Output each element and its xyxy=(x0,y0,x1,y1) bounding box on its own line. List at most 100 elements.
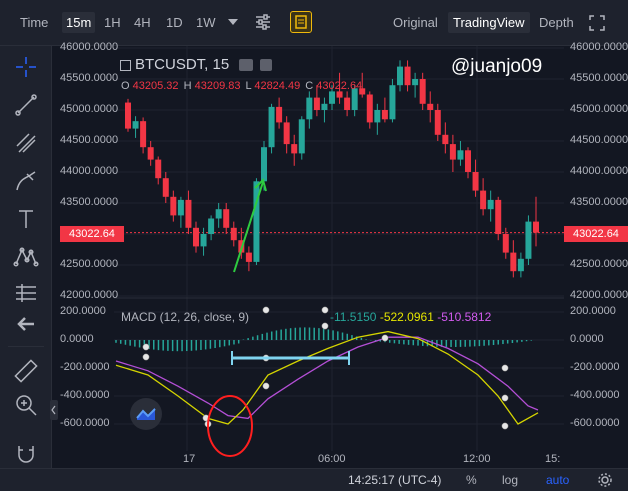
candle-body xyxy=(389,85,396,120)
annotation-dot xyxy=(142,343,150,351)
price-axis-tick: 42000.0000 xyxy=(60,289,119,301)
symbol-title: BTCUSDT, 15 xyxy=(120,56,272,73)
zoom-in-icon[interactable] xyxy=(11,390,41,420)
candle-body xyxy=(125,102,131,129)
candle-body xyxy=(268,106,275,148)
candle-body xyxy=(465,150,471,172)
time-label: 17 xyxy=(183,453,196,465)
macd-axis-tick: 0.0000 xyxy=(60,333,94,345)
ohlc-o-label: O xyxy=(121,80,130,92)
price-axis-tick: 45000.0000 xyxy=(60,103,119,115)
timeframe-time[interactable]: Time xyxy=(20,15,48,30)
candle-body xyxy=(510,252,517,272)
indicators-settings-icon[interactable] xyxy=(252,11,274,33)
sidebar-divider xyxy=(8,346,44,347)
candle-body xyxy=(162,178,169,197)
macd-signal-value: -510.5812 xyxy=(437,310,492,324)
candle-body xyxy=(155,159,162,179)
candle-body xyxy=(313,97,320,110)
watermark-handle: @juanjo09 xyxy=(451,56,543,77)
collapse-square-icon[interactable] xyxy=(120,59,131,71)
chevron-down-icon[interactable] xyxy=(228,19,238,25)
candle-body xyxy=(185,199,192,228)
macd-axis-tick: -200.0000 xyxy=(570,361,620,373)
time-label: 12:00 xyxy=(463,453,491,465)
text-tool-icon[interactable] xyxy=(11,204,41,234)
macd-axis-tick: -400.0000 xyxy=(570,389,620,401)
percent-toggle[interactable]: % xyxy=(466,473,477,487)
bottom-status-bar: 14:25:17 (UTC-4) % log auto xyxy=(0,468,628,491)
candle-body xyxy=(366,94,373,123)
candle-body xyxy=(306,97,313,120)
price-axis-tick: 42500.0000 xyxy=(570,258,628,270)
notes-icon[interactable] xyxy=(290,11,312,33)
ohlc-readout: O 43205.32 H 43209.83 L 42824.49 C 43022… xyxy=(121,80,362,92)
annotation-dot xyxy=(501,364,509,372)
arrow-left-icon[interactable] xyxy=(11,309,41,339)
timeframe-1w[interactable]: 1W xyxy=(196,15,216,30)
price-axis-tick: 42500.0000 xyxy=(60,258,119,270)
price-axis-tick: 45500.0000 xyxy=(60,72,119,84)
ohlc-l-label: L xyxy=(245,80,252,92)
candle-body xyxy=(412,79,419,86)
price-axis-tick: 46000.0000 xyxy=(570,41,628,53)
candle-body xyxy=(374,110,381,123)
view-tradingview[interactable]: TradingView xyxy=(448,12,530,33)
candle-body xyxy=(132,121,139,129)
annotation-dot xyxy=(321,322,329,330)
time-label: 06:00 xyxy=(318,453,346,465)
candle-body xyxy=(261,147,267,182)
crosshair-icon[interactable] xyxy=(11,52,41,82)
gear-icon[interactable] xyxy=(259,59,272,72)
brush-icon[interactable] xyxy=(11,166,41,196)
candle-body xyxy=(434,110,441,135)
candle-body xyxy=(336,91,343,98)
gear-icon[interactable] xyxy=(598,473,612,490)
fib-icon[interactable] xyxy=(11,128,41,158)
log-toggle[interactable]: log xyxy=(502,473,518,487)
timeframe-15m[interactable]: 15m xyxy=(62,12,96,33)
candle-body xyxy=(525,221,532,259)
price-axis-tick: 43500.0000 xyxy=(60,196,119,208)
ruler-icon[interactable] xyxy=(11,356,41,386)
trend-line-icon[interactable] xyxy=(11,90,41,120)
top-toolbar: Time 15m 1H 4H 1D 1W Original TradingVie… xyxy=(0,0,628,46)
candle-body xyxy=(419,79,426,104)
candle-body xyxy=(200,234,207,247)
view-depth[interactable]: Depth xyxy=(539,15,574,30)
pattern-icon[interactable] xyxy=(11,242,41,272)
price-axis-tick: 44500.0000 xyxy=(60,134,119,146)
candle-body xyxy=(147,147,154,160)
ohlc-high: 43209.83 xyxy=(194,80,241,92)
drawing-tools-sidebar xyxy=(0,46,52,491)
macd-hist-value: -11.5150 xyxy=(330,310,377,324)
annotation-dot xyxy=(321,306,329,314)
candle-body xyxy=(298,119,305,154)
timeframe-1d[interactable]: 1D xyxy=(166,15,183,30)
candle-body xyxy=(502,234,509,253)
eye-icon[interactable] xyxy=(239,59,254,72)
candle-body xyxy=(344,97,351,110)
candle-body xyxy=(215,209,222,219)
macd-label: MACD (12, 26, close, 9) xyxy=(121,310,250,324)
price-axis-tick: 45500.0000 xyxy=(570,72,628,84)
annotation-dot xyxy=(142,353,150,361)
macd-axis-tick: 200.0000 xyxy=(570,305,616,317)
panel-collapse-handle[interactable] xyxy=(50,400,58,420)
symbol-label: BTCUSDT, 15 xyxy=(135,56,230,73)
price-axis-tick: 44000.0000 xyxy=(570,165,628,177)
auto-toggle[interactable]: auto xyxy=(546,473,569,487)
candle-body xyxy=(140,121,147,148)
tradingview-logo-icon[interactable] xyxy=(130,398,162,430)
prediction-icon[interactable] xyxy=(11,278,41,308)
timeframe-1h[interactable]: 1H xyxy=(104,15,121,30)
price-axis-tick: 43500.0000 xyxy=(570,196,628,208)
timeframe-4h[interactable]: 4H xyxy=(134,15,151,30)
annotation-dot xyxy=(501,422,509,430)
candle-body xyxy=(449,144,456,160)
view-original[interactable]: Original xyxy=(393,15,438,30)
fullscreen-icon[interactable] xyxy=(589,15,605,34)
macd-axis-tick: -400.0000 xyxy=(60,389,110,401)
candle-body xyxy=(193,227,199,247)
candle-body xyxy=(397,66,403,86)
